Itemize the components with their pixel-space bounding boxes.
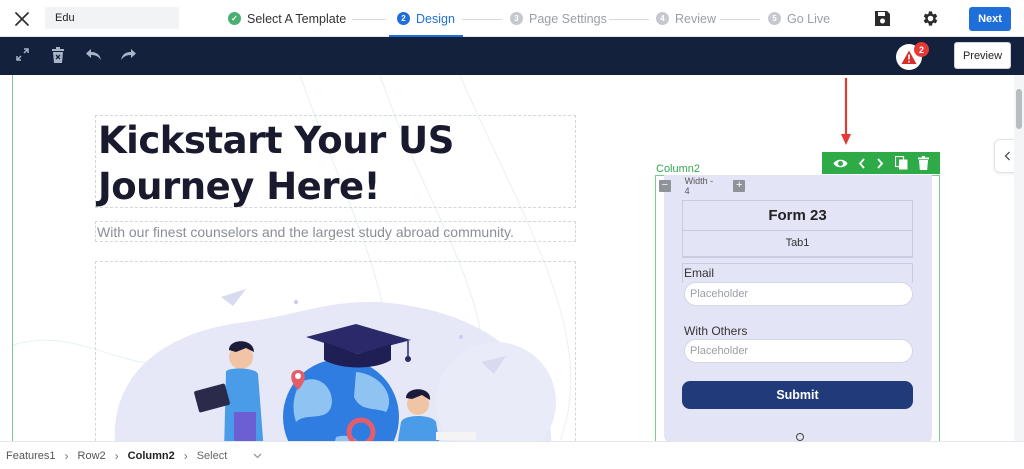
step-number: 4 (656, 12, 669, 25)
step-divider (609, 19, 649, 20)
delete-page-icon[interactable] (51, 47, 65, 68)
step-divider (352, 19, 386, 20)
step-page-settings[interactable]: 3 Page Settings (510, 0, 607, 37)
step-label: Go Live (787, 11, 831, 26)
close-icon[interactable] (12, 9, 32, 29)
step-label: Review (675, 11, 716, 26)
gear-icon[interactable] (921, 9, 940, 33)
breadcrumb-item[interactable]: Features1 (6, 450, 56, 462)
decrease-width-button[interactable]: − (659, 180, 671, 192)
chevron-left-icon[interactable] (858, 157, 866, 169)
trash-icon[interactable] (917, 156, 929, 170)
breadcrumb-item[interactable]: Row2 (78, 450, 106, 462)
step-number: 3 (510, 12, 523, 25)
eye-icon[interactable] (833, 158, 848, 169)
undo-icon[interactable] (85, 47, 102, 67)
next-button[interactable]: Next (969, 7, 1011, 31)
scrollbar-thumb[interactable] (1016, 89, 1022, 129)
step-divider (720, 19, 760, 20)
page-name-input[interactable] (45, 7, 179, 29)
canvas-scrollbar[interactable] (1014, 75, 1024, 441)
step-label: Design (416, 11, 455, 26)
email-field[interactable] (684, 282, 913, 306)
hero-subheading: With our finest counselors and the large… (97, 224, 514, 240)
step-label: Page Settings (529, 11, 607, 26)
duplicate-icon[interactable] (894, 156, 908, 170)
redo-icon[interactable] (120, 47, 137, 67)
hero-heading: Kickstart Your US Journey Here! (98, 119, 454, 208)
width-control: − Width - 4 + (659, 176, 745, 196)
step-design[interactable]: 2 Design (389, 0, 463, 37)
step-select-template[interactable]: ✓ Select A Template (228, 0, 346, 37)
save-icon[interactable] (874, 10, 891, 32)
breadcrumb-item-current[interactable]: Column2 (128, 450, 175, 462)
step-review[interactable]: 4 Review (656, 0, 716, 37)
chevron-down-icon (253, 453, 262, 458)
breadcrumb: Features1 › Row2 › Column2 › Select (0, 441, 1024, 469)
chevron-right-icon: › (114, 448, 119, 463)
email-label-block (682, 263, 913, 283)
chevron-right-icon: › (183, 448, 188, 463)
form-title: Form 23 (682, 200, 913, 231)
drag-handle-icon[interactable] (796, 433, 804, 441)
alert-count-badge: 2 (914, 42, 929, 57)
preview-button[interactable]: Preview (954, 42, 1011, 69)
hero-image-block[interactable] (95, 261, 576, 441)
editor-toolbar: 2 Preview (0, 37, 1024, 75)
step-divider (462, 19, 502, 20)
step-go-live[interactable]: 5 Go Live (768, 0, 830, 37)
subheading-block[interactable]: With our finest counselors and the large… (95, 221, 576, 242)
canvas-left-border (12, 75, 13, 441)
email-label: Email (684, 266, 715, 280)
column-label: Column2 (656, 163, 701, 175)
expand-icon[interactable] (15, 47, 30, 67)
column-toolbar (822, 152, 940, 174)
with-others-label: With Others (684, 324, 748, 338)
step-label: Select A Template (247, 11, 347, 26)
chevron-left-icon (1004, 151, 1010, 161)
form-divider (682, 257, 913, 258)
check-icon: ✓ (228, 12, 241, 25)
heading-block[interactable]: Kickstart Your US Journey Here! (95, 115, 576, 208)
breadcrumb-select-label: Select (196, 449, 228, 462)
chevron-right-icon: › (64, 448, 69, 463)
increase-width-button[interactable]: + (733, 180, 745, 192)
hero-illustration (114, 289, 556, 441)
with-others-field[interactable] (684, 339, 913, 363)
chevron-right-icon[interactable] (876, 157, 884, 169)
submit-button[interactable]: Submit (682, 381, 913, 409)
design-canvas[interactable]: Kickstart Your US Journey Here! With our… (0, 75, 1024, 441)
top-bar: ✓ Select A Template 2 Design 3 Page Sett… (0, 0, 1024, 37)
step-number: 5 (768, 12, 781, 25)
form-tab[interactable]: Tab1 (682, 231, 913, 257)
pointer-arrow-icon (840, 78, 852, 151)
width-label: Width - 4 (684, 176, 714, 196)
step-number: 2 (397, 12, 410, 25)
breadcrumb-select[interactable]: Select (197, 450, 263, 462)
